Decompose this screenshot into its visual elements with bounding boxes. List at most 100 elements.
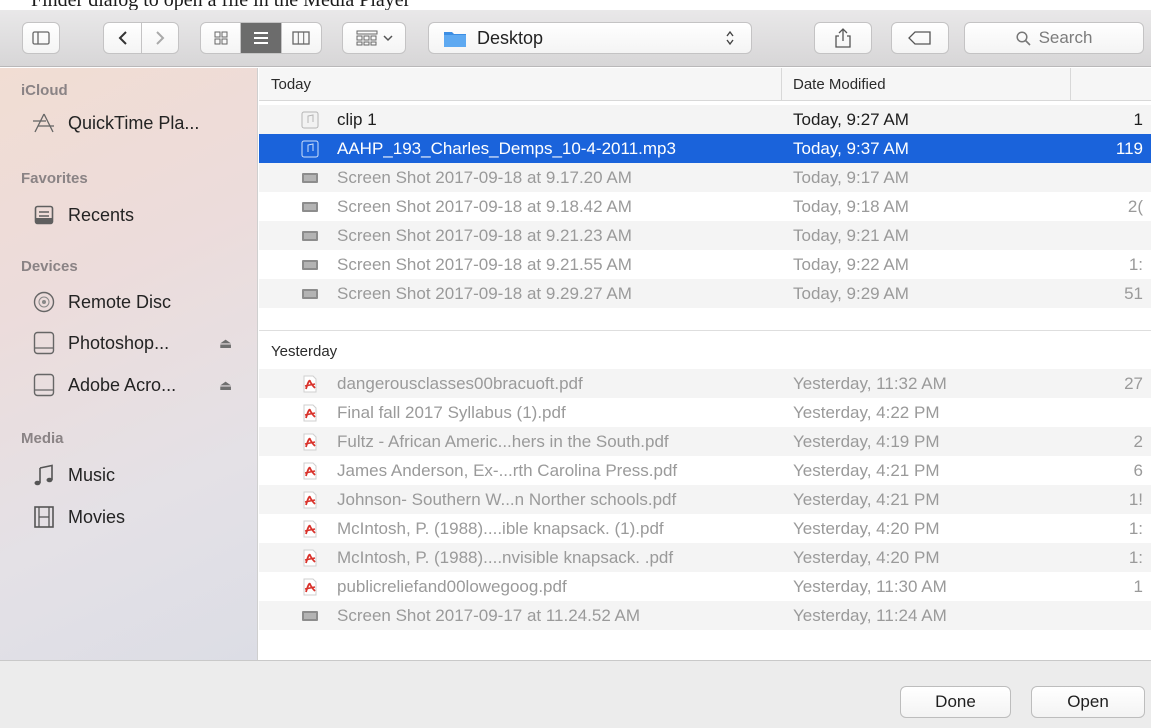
file-row[interactable]: Screen Shot 2017-09-18 at 9.29.27 AM Toda… [259,279,1151,308]
column-divider[interactable] [781,68,782,101]
file-date-modified: Today, 9:29 AM [793,284,909,303]
image-file-icon [301,198,319,216]
sidebar-item-adobe-acrobat[interactable]: Adobe Acro... [32,368,176,402]
drive-icon [32,373,56,397]
sidebar-item-recents[interactable]: Recents [32,198,134,232]
file-size: 119 [1115,139,1143,158]
file-date-modified: Yesterday, 4:22 PM [793,403,940,422]
file-date-modified: Today, 9:17 AM [793,168,909,187]
file-name: Screen Shot 2017-09-18 at 9.21.55 AM [337,255,632,274]
pdf-file-icon [301,520,319,538]
image-file-icon [301,607,319,625]
sidebar-item-quicktime[interactable]: QuickTime Pla... [32,106,199,140]
pdf-file-icon [301,404,319,422]
file-date-modified: Yesterday, 4:20 PM [793,548,940,567]
movies-icon [32,505,56,529]
top-caption: Finder dialog to open a file in the Medi… [31,0,410,10]
eject-icon[interactable]: ⏏ [219,377,232,394]
file-row[interactable]: James Anderson, Ex-...rth Carolina Press… [259,456,1151,485]
remote-disc-icon [32,290,56,314]
file-name: dangerousclasses00bracuoft.pdf [337,374,583,393]
sidebar-item-label: QuickTime Pla... [68,112,200,133]
file-row[interactable]: Screen Shot 2017-09-18 at 9.21.23 AM Toda… [259,221,1151,250]
file-row[interactable]: Fultz - African Americ...hers in the Sou… [259,427,1151,456]
share-button[interactable] [814,22,872,54]
sidebar-section-devices: Devices [21,258,78,275]
group-header-yesterday: Yesterday [271,343,338,360]
sidebar-item-label: Adobe Acro... [68,374,177,395]
file-row-selected[interactable]: AAHP_193_Charles_Demps_10-4-2011.mp3 Toda… [259,134,1151,163]
sidebar-item-remote-disc[interactable]: Remote Disc [32,285,171,319]
done-button[interactable]: Done [900,686,1011,718]
file-size: 6 [1133,461,1143,480]
sidebar-item-movies[interactable]: Movies [32,500,125,534]
file-row[interactable]: Johnson- Southern W...n Norther schools.… [259,485,1151,514]
sidebar-section-media: Media [21,430,64,447]
column-view-button[interactable] [280,23,321,53]
pdf-file-icon [301,549,319,567]
file-list: Today Date Modified clip 1 Today, 9:27 AM… [259,68,1151,660]
image-file-icon [301,285,319,303]
file-name: Screen Shot 2017-09-18 at 9.21.23 AM [337,226,632,245]
file-size: 1 [1133,577,1143,596]
location-popup[interactable]: Desktop [428,22,752,54]
file-row[interactable]: Screen Shot 2017-09-17 at 11.24.52 AM Yes… [259,601,1151,630]
file-size: 1: [1128,548,1143,567]
file-row[interactable]: Final fall 2017 Syllabus (1).pdf Yesterda… [259,398,1151,427]
file-name: McIntosh, P. (1988)....ible knapsack. (1… [337,519,664,538]
file-date-modified: Yesterday, 4:21 PM [793,490,940,509]
audio-file-icon [301,140,319,158]
forward-button[interactable] [141,23,178,53]
file-size: 51 [1124,284,1143,303]
back-icon [118,31,127,45]
file-row[interactable]: McIntosh, P. (1988)....nvisible knapsack… [259,543,1151,572]
search-icon [1016,30,1031,46]
search-field[interactable]: Search [964,22,1144,54]
up-down-chevron-icon [726,30,734,46]
file-name: James Anderson, Ex-...rth Carolina Press… [337,461,678,480]
column-header-date-modified[interactable]: Date Modified [793,76,886,93]
file-size: 1 [1133,110,1143,129]
file-name: Johnson- Southern W...n Norther schools.… [337,490,677,509]
tag-button[interactable] [891,22,949,54]
file-row[interactable]: Screen Shot 2017-09-18 at 9.18.42 AM Toda… [259,192,1151,221]
file-row[interactable]: Screen Shot 2017-09-18 at 9.21.55 AM Toda… [259,250,1151,279]
list-view-icon [253,32,268,44]
pdf-file-icon [301,433,319,451]
column-header-name[interactable]: Today [271,76,311,93]
music-icon [32,463,56,487]
file-row[interactable]: Screen Shot 2017-09-18 at 9.17.20 AM Toda… [259,163,1151,192]
back-button[interactable] [104,23,141,53]
group-by-icon [356,30,377,46]
file-row[interactable]: dangerousclasses00bracuoft.pdf Yesterday,… [259,369,1151,398]
icon-view-icon [214,31,228,45]
file-date-modified: Yesterday, 11:24 AM [793,606,947,625]
sidebar-toggle-button[interactable] [22,22,60,54]
file-row[interactable]: publicreliefand00lowegoog.pdf Yesterday, … [259,572,1151,601]
pdf-file-icon [301,491,319,509]
file-row[interactable]: McIntosh, P. (1988)....ible knapsack. (1… [259,514,1151,543]
sidebar-item-label: Recents [68,204,135,225]
open-button[interactable]: Open [1031,686,1145,718]
file-size: 1! [1128,490,1143,509]
file-date-modified: Today, 9:21 AM [793,226,909,245]
pdf-file-icon [301,462,319,480]
image-file-icon [301,227,319,245]
recents-icon [32,203,56,227]
sidebar-item-photoshop[interactable]: Photoshop... [32,326,169,360]
file-row[interactable]: clip 1 Today, 9:27 AM 1 [259,105,1151,134]
file-size: 1: [1128,255,1143,274]
column-divider[interactable] [1070,68,1071,101]
group-by-button[interactable] [342,22,406,54]
quicktime-app-icon [32,111,56,135]
list-view-button[interactable] [240,23,281,53]
sidebar-item-music[interactable]: Music [32,458,115,492]
search-placeholder: Search [1038,28,1093,47]
file-name: clip 1 [337,110,377,129]
image-file-icon [301,169,319,187]
dialog-footer: Done Open [0,660,1151,728]
icon-view-button[interactable] [201,23,240,53]
group-divider [259,330,1151,331]
sidebar-item-label: Photoshop... [68,332,170,353]
eject-icon[interactable]: ⏏ [219,335,232,352]
